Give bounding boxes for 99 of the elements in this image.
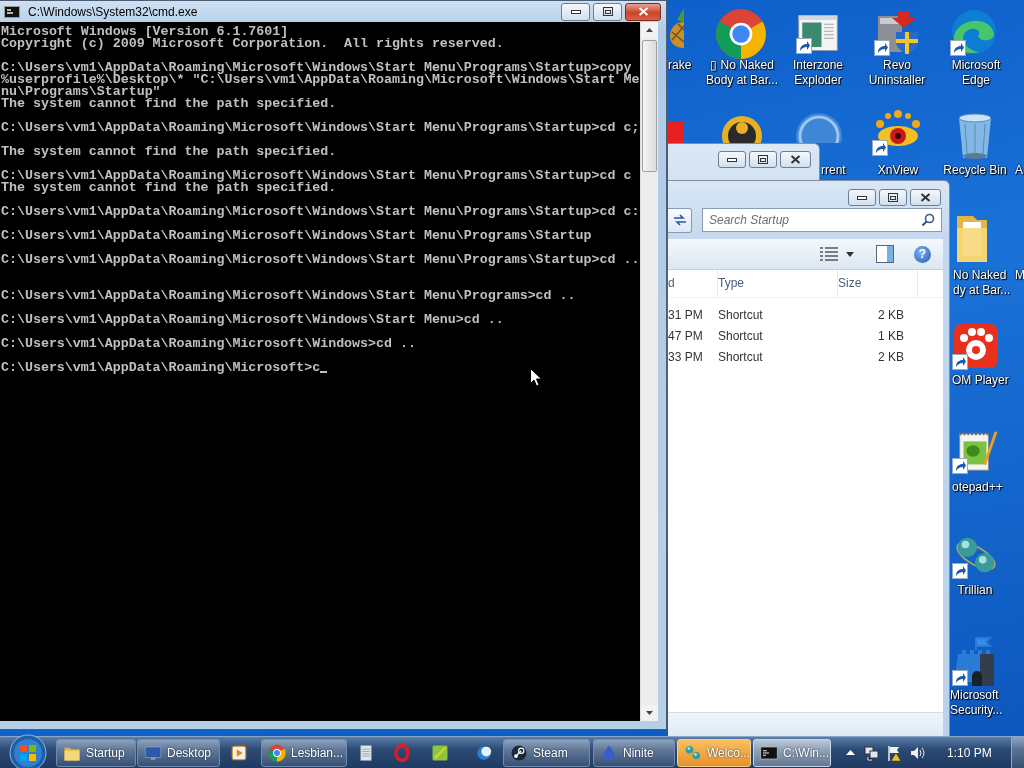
taskbar-button[interactable]: Steam	[503, 738, 590, 767]
taskbar-button[interactable]: Desktop	[137, 738, 220, 767]
network-icon	[864, 744, 880, 761]
start-orb-icon	[8, 732, 48, 768]
taskbar-button[interactable]: C:\Win...	[753, 738, 831, 767]
table-cell-text: 2 KB	[877, 349, 904, 364]
icon-label[interactable]: Revo Uninstaller	[854, 58, 940, 88]
caret-icon	[846, 251, 854, 257]
console-line: Microsoft Windows [Version 6.1.7601]	[1, 26, 289, 38]
console-line: %userprofile%\Desktop\* "C:\Users\vm1\AppData\Roaming\Microsoft\Windows\Start Me	[1, 74, 640, 86]
console-line: C:\Users\vm1\AppData\Roaming\Microsoft\Windows>cd ..	[1, 338, 416, 350]
clock[interactable]: 1:10 PM	[947, 745, 992, 760]
play-icon	[230, 743, 248, 762]
refresh-icon	[671, 214, 688, 226]
close-icon	[920, 193, 931, 202]
maximize-icon	[888, 193, 898, 202]
spheres-icon	[684, 743, 702, 762]
preview-pane-icon	[876, 245, 894, 263]
console-line: C:\Users\vm1\AppData\Roaming\Microsoft\Windows\Start Menu\Programs>cd ..	[1, 290, 576, 302]
taskbar-button[interactable]: Startup	[56, 738, 136, 767]
help-button[interactable]: ?	[914, 245, 931, 263]
minimize-button[interactable]	[718, 151, 746, 168]
icon-label[interactable]: No Naked dy at Bar...	[953, 268, 1015, 298]
console-line: C:\Users\vm1\AppData\Roaming\Microsoft\Windows\Start Menu\Programs\Startup>cd c;	[1, 122, 640, 134]
console-line: C:\Users\vm1\AppData\Roaming\Microsoft\Windows\Start Menu\Programs\Startup>cd ..	[1, 254, 640, 266]
maximize-button[interactable]	[593, 2, 622, 21]
gear-logo-icon	[510, 743, 528, 762]
drop-icon	[600, 743, 618, 762]
up-caret-icon	[845, 750, 855, 755]
icon-label[interactable]: OM Player	[952, 373, 1018, 388]
close-button[interactable]	[625, 2, 661, 21]
table-cell-text: 2 KB	[877, 307, 904, 322]
maximize-button[interactable]	[879, 189, 907, 206]
minimize-icon	[727, 157, 737, 162]
flag-icon	[887, 744, 903, 761]
taskbar-button[interactable]: Lesbian...	[261, 738, 347, 767]
icon-label[interactable]: A	[1015, 163, 1024, 178]
mouse-pointer-icon	[530, 368, 542, 387]
minimize-button[interactable]	[561, 2, 590, 21]
monitor-icon	[144, 743, 162, 762]
close-icon	[637, 7, 649, 16]
icon-label[interactable]: Recycle Bin	[939, 163, 1011, 178]
table-cell-text: 1 KB	[877, 328, 904, 343]
taskbar-button[interactable]: Ninite	[593, 738, 675, 767]
table-cell-text: 31 PM	[668, 307, 704, 322]
view-list-icon	[820, 247, 838, 261]
tile-icon	[431, 743, 449, 762]
scroll-down-button[interactable]	[641, 705, 658, 721]
maximize-icon	[602, 7, 613, 16]
column-header[interactable]: d	[668, 270, 718, 297]
notepad-icon	[357, 743, 375, 762]
icon-label[interactable]: XnView	[860, 163, 936, 178]
console-icon	[760, 743, 778, 762]
refresh-button[interactable]	[668, 207, 692, 233]
maximize-icon	[758, 155, 768, 164]
window-title: C:\Windows\System32\cmd.exe	[28, 4, 199, 19]
console-line: nu\Programs\Startup"	[1, 86, 161, 98]
icon-label[interactable]: Trillian	[946, 583, 1004, 598]
icon-label[interactable]: Microsoft Edge	[938, 58, 1014, 88]
icon-label[interactable]: rrent	[821, 163, 853, 178]
minimize-icon	[857, 195, 867, 200]
up-arrow-icon	[646, 28, 653, 32]
column-header[interactable]: Size	[838, 270, 918, 297]
search-icon	[921, 213, 935, 227]
icon-label[interactable]: M	[1015, 268, 1024, 283]
scroll-up-button[interactable]	[641, 22, 658, 38]
ring-logo-icon	[393, 743, 411, 762]
console-line: C:\Users\vm1\AppData\Roaming\Microsoft\Windows\Start Menu\Programs\Startup>cd c	[1, 170, 632, 182]
console-icon	[4, 5, 20, 18]
console-line: C:\Users\vm1\AppData\Roaming\Microsoft\Windows\Start Menu\Programs\Startup	[1, 230, 592, 242]
crescent-icon	[475, 743, 493, 762]
console-line: The system cannot find the path specified.	[1, 182, 337, 194]
close-button[interactable]	[780, 151, 811, 168]
search-field[interactable]: Search Startup	[702, 208, 942, 232]
table-cell-text: Shortcut	[718, 349, 764, 364]
close-button[interactable]	[910, 189, 941, 206]
table-cell-text: Shortcut	[718, 328, 764, 343]
maximize-button[interactable]	[749, 151, 777, 168]
console-line: The system cannot find the path specified.	[1, 98, 337, 110]
console-line: The system cannot find the path specified.	[1, 146, 337, 158]
console-line: C:\Users\vm1\AppData\Roaming\Microsoft\Windows\Start Menu\Programs\Startup>copy	[1, 62, 632, 74]
icon-label[interactable]: Microsoft Security...	[950, 688, 1014, 718]
close-icon	[790, 155, 801, 164]
table-cell-text: 47 PM	[668, 328, 704, 343]
table-cell-text: Shortcut	[718, 307, 764, 322]
console-line: Copyright (c) 2009 Microsoft Corporation. All rights reserved.	[1, 38, 504, 50]
console-line: C:\Users\vm1\AppData\Roaming\Microsoft\Windows\Start Menu>cd ..	[1, 314, 504, 326]
console-line: C:\Users\vm1\AppData\Roaming\Microsoft\Windows\Start Menu\Programs\Startup>cd c:	[1, 206, 640, 218]
column-header[interactable]: Type	[718, 270, 838, 297]
table-cell-text: 33 PM	[668, 349, 704, 364]
circle-logo-icon	[268, 743, 286, 762]
icon-label[interactable]: otepad++	[952, 480, 1012, 495]
minimize-icon	[570, 9, 581, 14]
paw-icon	[952, 322, 1000, 370]
scrollbar-thumb[interactable]	[642, 40, 657, 172]
minimize-button[interactable]	[848, 189, 876, 206]
show-desktop-button[interactable]	[1011, 737, 1024, 768]
console-line: C:\Users\vm1\AppData\Roaming\Microsoft>c	[1, 362, 321, 374]
down-arrow-icon	[646, 711, 653, 715]
